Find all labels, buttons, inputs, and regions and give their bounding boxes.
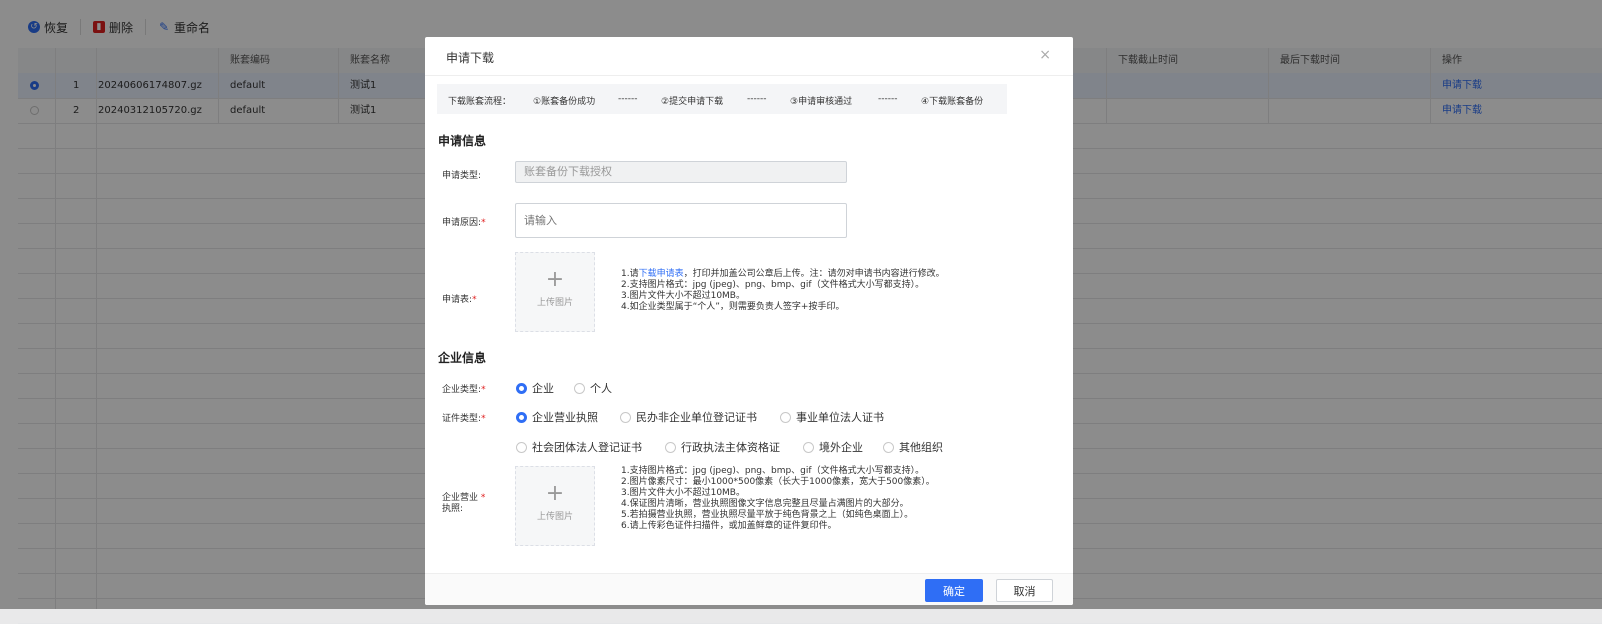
radio-dot — [516, 411, 527, 423]
upload-label: 上传图片 — [536, 512, 573, 522]
cert-type-label: 证件类型:* — [442, 414, 486, 424]
hint-line: 5.若拍摄营业执照，营业执照尽量平放于纯色背景之上（如纯色桌面上）。 — [621, 510, 914, 520]
hint-line: 1.请下载申请表，打印并加盖公司公章后上传。注：请勿对申请书内容进行修改。 — [621, 269, 945, 279]
plus-icon: + — [545, 481, 565, 506]
cancel-button[interactable]: 取消 — [996, 579, 1053, 602]
radio-dot — [620, 411, 631, 423]
download-flow-steps: 下载账套流程： ①账套备份成功 ------ ②提交申请下载 ------ ③申… — [437, 84, 1007, 114]
radio-dot — [516, 441, 527, 453]
apply-info-title: 申请信息 — [438, 134, 487, 148]
hint-line: 1.支持图片格式：jpg (jpeg)、png、bmp、gif（文件格式大小写都… — [621, 466, 925, 476]
cert-type-law-enforcement-radio[interactable]: 行政执法主体资格证 — [665, 439, 780, 455]
cert-type-social-group-radio[interactable]: 社会团体法人登记证书 — [516, 439, 642, 455]
apply-download-dialog: 申请下载 × 下载账套流程： ①账套备份成功 ------ ②提交申请下载 --… — [425, 37, 1073, 605]
hint-line: 3.图片文件大小不超过10MB。 — [621, 291, 745, 301]
radio-dot — [803, 441, 814, 453]
apply-form-label: 申请表:* — [442, 295, 477, 305]
business-license-label: 企业营业 * 执照: — [442, 493, 486, 514]
hint-line: 2.支持图片格式：jpg (jpeg)、png、bmp、gif（文件格式大小写都… — [621, 280, 925, 290]
flow-step-2: ②提交申请下载 — [661, 97, 724, 107]
apply-type-field: 账套备份下载授权 — [515, 161, 847, 183]
dialog-title: 申请下载 — [446, 51, 495, 65]
radio-dot — [516, 382, 527, 394]
radio-dot — [883, 441, 894, 453]
company-type-label: 企业类型:* — [442, 385, 486, 395]
cert-type-overseas-radio[interactable]: 境外企业 — [803, 439, 863, 455]
cert-type-other-org-radio[interactable]: 其他组织 — [883, 439, 943, 455]
hint-line: 3.图片文件大小不超过10MB。 — [621, 488, 745, 498]
upload-label: 上传图片 — [536, 298, 573, 308]
company-type-enterprise-radio[interactable]: 企业 — [516, 380, 554, 396]
flow-separator: ------ — [618, 94, 638, 104]
radio-dot — [780, 411, 791, 423]
hint-line: 6.请上传彩色证件扫描件，或加盖鲜章的证件复印件。 — [621, 521, 837, 531]
confirm-button[interactable]: 确定 — [925, 579, 983, 602]
flow-step-3: ③申请审核通过 — [790, 97, 853, 107]
dialog-footer: 确定 取消 — [425, 573, 1073, 605]
apply-reason-label: 申请原因:* — [442, 218, 486, 228]
apply-form-hints: 1.请下载申请表，打印并加盖公司公章后上传。注：请勿对申请书内容进行修改。 2.… — [621, 269, 945, 313]
apply-reason-input[interactable] — [515, 203, 847, 238]
cert-type-business-license-radio[interactable]: 企业营业执照 — [516, 409, 598, 425]
hint-line: 2.图片像素尺寸：最小1000*500像素（长大于1000像素，宽大于500像素… — [621, 477, 935, 487]
flow-separator: ------ — [878, 94, 898, 104]
flow-step-1: ①账套备份成功 — [533, 97, 596, 107]
apply-form-upload[interactable]: + 上传图片 — [515, 252, 595, 332]
company-info-title: 企业信息 — [438, 351, 487, 365]
hint-line: 4.保证图片清晰，营业执照图像文字信息完整且尽量占满图片的大部分。 — [621, 499, 909, 509]
business-license-upload[interactable]: + 上传图片 — [515, 466, 595, 546]
radio-dot — [665, 441, 676, 453]
download-apply-form-link[interactable]: 下载申请表 — [639, 269, 684, 279]
dialog-header: 申请下载 × — [425, 37, 1073, 76]
flow-separator: ------ — [747, 94, 767, 104]
radio-dot — [574, 382, 585, 394]
apply-type-label: 申请类型: — [442, 171, 482, 181]
cert-type-institution-radio[interactable]: 事业单位法人证书 — [780, 409, 884, 425]
business-license-hints: 1.支持图片格式：jpg (jpeg)、png、bmp、gif（文件格式大小写都… — [621, 466, 935, 532]
company-type-individual-radio[interactable]: 个人 — [574, 380, 612, 396]
hint-line: 4.如企业类型属于“个人”，则需要负责人签字+按手印。 — [621, 302, 845, 312]
flow-label: 下载账套流程： — [448, 97, 512, 107]
close-icon[interactable]: × — [1039, 47, 1051, 63]
flow-step-4: ④下载账套备份 — [921, 97, 984, 107]
cert-type-private-nonenterprise-radio[interactable]: 民办非企业单位登记证书 — [620, 409, 757, 425]
plus-icon: + — [545, 267, 565, 292]
